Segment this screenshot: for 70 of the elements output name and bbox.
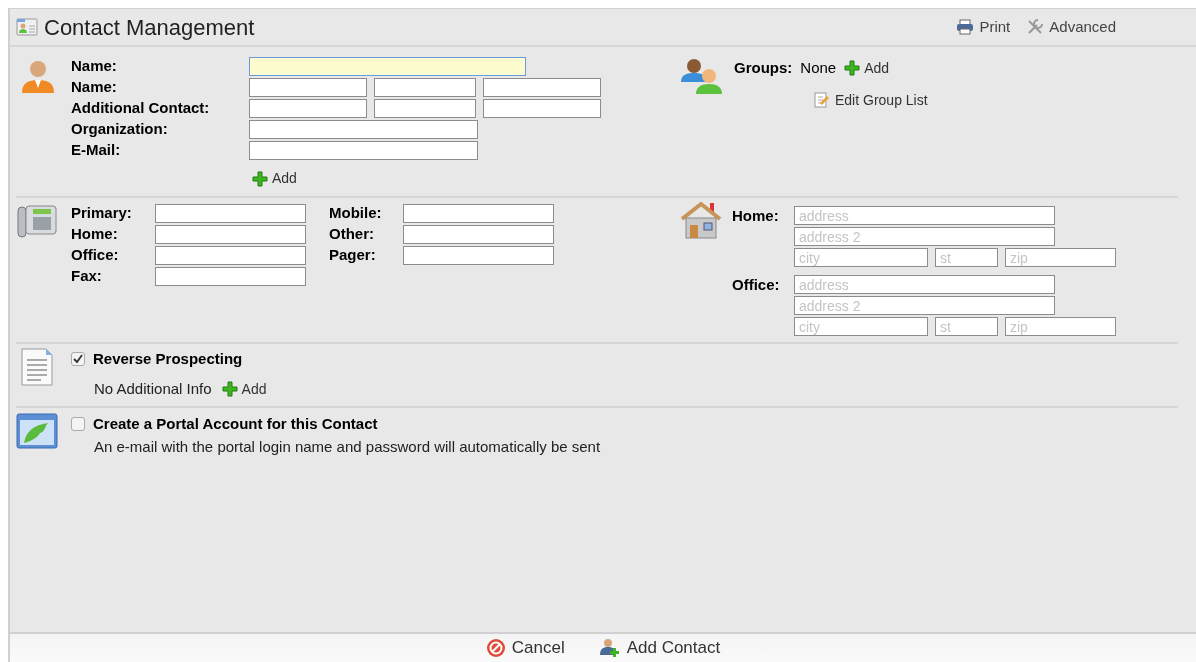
phone-label: Home:	[71, 224, 119, 245]
field-label: Additional Contact:	[71, 98, 211, 119]
text-field[interactable]	[155, 246, 306, 265]
phone-label: Pager:	[329, 245, 377, 266]
address-field[interactable]: address	[794, 206, 1055, 225]
text-field[interactable]	[374, 78, 476, 97]
address-field[interactable]: st	[935, 248, 998, 267]
phone-label: Fax:	[71, 266, 103, 287]
address-field[interactable]: st	[935, 317, 998, 336]
field-label: E-Mail:	[71, 140, 122, 161]
text-field[interactable]	[374, 99, 476, 118]
text-field[interactable]	[155, 225, 306, 244]
address-field[interactable]: zip	[1005, 317, 1116, 336]
plus-icon	[252, 170, 268, 187]
text-field[interactable]	[249, 141, 478, 160]
checkbox-label: Create a Portal Account for this Contact	[93, 414, 378, 434]
portal-note: An e-mail with the portal login name and password will automatically be sent	[94, 436, 601, 457]
checkbox[interactable]	[71, 352, 85, 366]
groups-label: Groups:	[734, 58, 793, 78]
document-icon	[20, 348, 54, 386]
address-field[interactable]: address 2	[794, 227, 1055, 246]
text-field[interactable]	[249, 99, 367, 118]
toolbar-link[interactable]: Print	[956, 15, 1011, 39]
printer-icon	[956, 19, 975, 35]
add-link[interactable]: Add	[252, 168, 601, 189]
address-field[interactable]: zip	[1005, 248, 1116, 267]
checkbox-label: Reverse Prospecting	[93, 348, 243, 369]
globe-window-icon	[16, 413, 58, 449]
edit-group-list-link[interactable]: Edit Group List	[814, 89, 928, 111]
plus-icon	[844, 60, 861, 77]
address-label: Office:	[732, 275, 781, 295]
contact-card-icon	[16, 18, 38, 36]
address-field[interactable]: city	[794, 248, 928, 267]
text-field[interactable]	[249, 120, 478, 139]
phone-label: Office:	[71, 245, 120, 266]
text-field[interactable]	[249, 57, 526, 76]
checkmark-icon	[73, 354, 83, 364]
phone-label: Primary:	[71, 203, 133, 224]
text-field[interactable]	[155, 267, 306, 286]
text-field[interactable]	[483, 99, 601, 118]
cancel-icon	[485, 638, 506, 658]
groups-value: None	[800, 58, 837, 78]
phone-label: Mobile:	[329, 203, 383, 224]
add-person-icon	[598, 638, 621, 658]
text-field[interactable]	[155, 204, 306, 223]
add-link[interactable]: Add	[221, 378, 267, 400]
checkbox[interactable]	[71, 417, 85, 432]
page-title: Contact Management	[44, 13, 255, 42]
field-label: Name:	[71, 77, 118, 98]
address-label: Home:	[732, 206, 780, 226]
add-link[interactable]: Add	[844, 57, 890, 79]
info-text: No Additional Info	[94, 379, 212, 399]
text-field[interactable]	[403, 204, 554, 223]
edit-icon	[814, 92, 830, 108]
house-icon	[680, 200, 722, 240]
text-field[interactable]	[483, 78, 601, 97]
text-field[interactable]	[249, 78, 367, 97]
footer-button[interactable]: Add Contact	[598, 635, 721, 661]
address-field[interactable]: city	[794, 317, 928, 336]
phone-label: Other:	[329, 224, 375, 245]
wrench-icon	[1026, 18, 1045, 36]
address-field[interactable]: address	[794, 275, 1055, 294]
field-label: Name:	[71, 56, 118, 77]
address-field[interactable]: address 2	[794, 296, 1055, 315]
toolbar-link[interactable]: Advanced	[1026, 15, 1116, 39]
plus-icon	[221, 381, 238, 398]
field-label: Organization:	[71, 119, 169, 140]
text-field[interactable]	[403, 225, 554, 244]
text-field[interactable]	[403, 246, 554, 265]
footer-button[interactable]: Cancel	[485, 635, 565, 661]
